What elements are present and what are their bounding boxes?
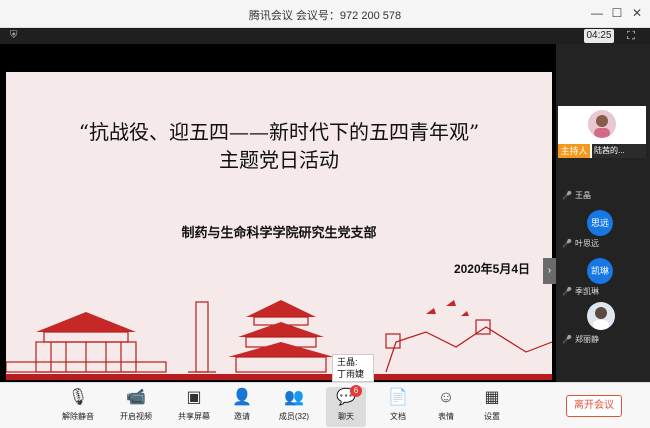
participant-avatar: 凯琳 xyxy=(587,258,613,284)
document-icon: 📄 xyxy=(388,389,408,406)
participant-name[interactable]: 🎤 王晶 xyxy=(562,190,591,201)
host-badge: 主持人 xyxy=(558,144,590,158)
share-screen-label: 共享屏幕 xyxy=(178,412,210,421)
participant-photo xyxy=(587,302,615,330)
invite-label: 邀请 xyxy=(234,412,250,421)
participant-avatar: 思远 xyxy=(587,210,613,236)
add-person-icon: 👤 xyxy=(232,389,252,406)
tooltip-message: 丁雨婕 xyxy=(337,369,365,379)
settings-button[interactable]: ▦ 设置 xyxy=(472,387,512,427)
tooltip-sender: 王晶: xyxy=(337,357,358,367)
meeting-timer: 04:25 xyxy=(584,29,614,43)
chat-preview-tooltip: 王晶: 丁雨婕 xyxy=(332,354,374,382)
meeting-info-bar: ⛨ 04:25 ⛶ xyxy=(0,28,650,44)
docs-label: 文档 xyxy=(390,412,406,421)
mic-muted-icon: 🎤 xyxy=(562,335,572,344)
leave-meeting-button[interactable]: 离开会议 xyxy=(566,395,622,417)
start-video-button[interactable]: 📹 开启视频 xyxy=(116,387,156,427)
mic-muted-icon: 🎙 xyxy=(67,389,89,406)
participant-name[interactable]: 🎤 叶思远 xyxy=(562,238,599,249)
settings-label: 设置 xyxy=(484,412,500,421)
share-screen-button[interactable]: ▣ 共享屏幕 xyxy=(174,387,214,427)
window-title: 腾讯会议 会议号：972 200 578 xyxy=(248,10,402,22)
slide-organization: 制药与生命科学学院研究生党支部 xyxy=(181,225,377,240)
chat-label: 聊天 xyxy=(338,412,354,421)
mic-muted-icon: 🎤 xyxy=(562,239,572,248)
landmarks-illustration xyxy=(6,300,552,373)
mic-muted-icon: 🎤 xyxy=(562,287,572,296)
participant-name[interactable]: 🎤 郑丽静 xyxy=(562,334,599,345)
meeting-toolbar: 🎙 解除静音 📹 开启视频 ▣ 共享屏幕 👤 邀请 👥 成员(32) 💬 聊天 … xyxy=(0,382,650,428)
slide-title-line2: 主题党日活动 xyxy=(219,148,339,172)
slide-title-line1: “抗战役、迎五四——新时代下的五四青年观” xyxy=(78,120,480,144)
chat-unread-badge: 6 xyxy=(350,385,362,397)
shared-screen: “抗战役、迎五四——新时代下的五四青年观” 主题党日活动 制药与生命科学学院研究… xyxy=(0,44,556,382)
members-button[interactable]: 👥 成员(32) xyxy=(274,387,314,427)
fullscreen-icon[interactable]: ⛶ xyxy=(624,29,638,43)
presentation-slide: “抗战役、迎五四——新时代下的五四青年观” 主题党日活动 制药与生命科学学院研究… xyxy=(6,72,552,380)
title-bar: 腾讯会议 会议号：972 200 578 — ☐ ✕ xyxy=(0,0,650,28)
minimize-icon[interactable]: — xyxy=(590,6,604,20)
collapse-sidebar-icon[interactable]: › xyxy=(543,258,556,284)
slide-title: “抗战役、迎五四——新时代下的五四青年观” 主题党日活动 xyxy=(6,118,552,174)
camera-off-icon: 📹 xyxy=(126,389,146,406)
participant-name[interactable]: 🎤 季凯琳 xyxy=(562,286,599,297)
emoji-label: 表情 xyxy=(438,412,454,421)
host-video-tile[interactable]: 主持人 陆茜的... xyxy=(558,106,646,158)
host-avatar xyxy=(588,110,616,138)
host-name: 陆茜的... xyxy=(592,144,646,158)
docs-button[interactable]: 📄 文档 xyxy=(378,387,418,427)
invite-button[interactable]: 👤 邀请 xyxy=(222,387,262,427)
close-icon[interactable]: ✕ xyxy=(630,6,644,20)
chat-button[interactable]: 💬 聊天 6 xyxy=(326,385,366,427)
unmute-button[interactable]: 🎙 解除静音 xyxy=(58,387,98,427)
start-video-label: 开启视频 xyxy=(120,412,152,421)
people-icon: 👥 xyxy=(284,389,304,406)
participant-sidebar: 主持人 陆茜的... 🎤 王晶 思远 🎤 叶思远 凯琳 🎤 季凯琳 🎤 郑丽静 xyxy=(556,44,650,382)
shield-icon[interactable]: ⛨ xyxy=(10,30,22,42)
mic-muted-icon: 🎤 xyxy=(562,191,572,200)
maximize-icon[interactable]: ☐ xyxy=(610,6,624,20)
smiley-icon: ☺ xyxy=(437,389,455,406)
slide-bottom-strip xyxy=(6,374,552,380)
emoji-button[interactable]: ☺ 表情 xyxy=(426,387,466,427)
members-label: 成员(32) xyxy=(278,412,310,421)
grid-settings-icon: ▦ xyxy=(484,389,500,406)
unmute-label: 解除静音 xyxy=(62,412,94,421)
share-screen-icon: ▣ xyxy=(186,389,202,406)
